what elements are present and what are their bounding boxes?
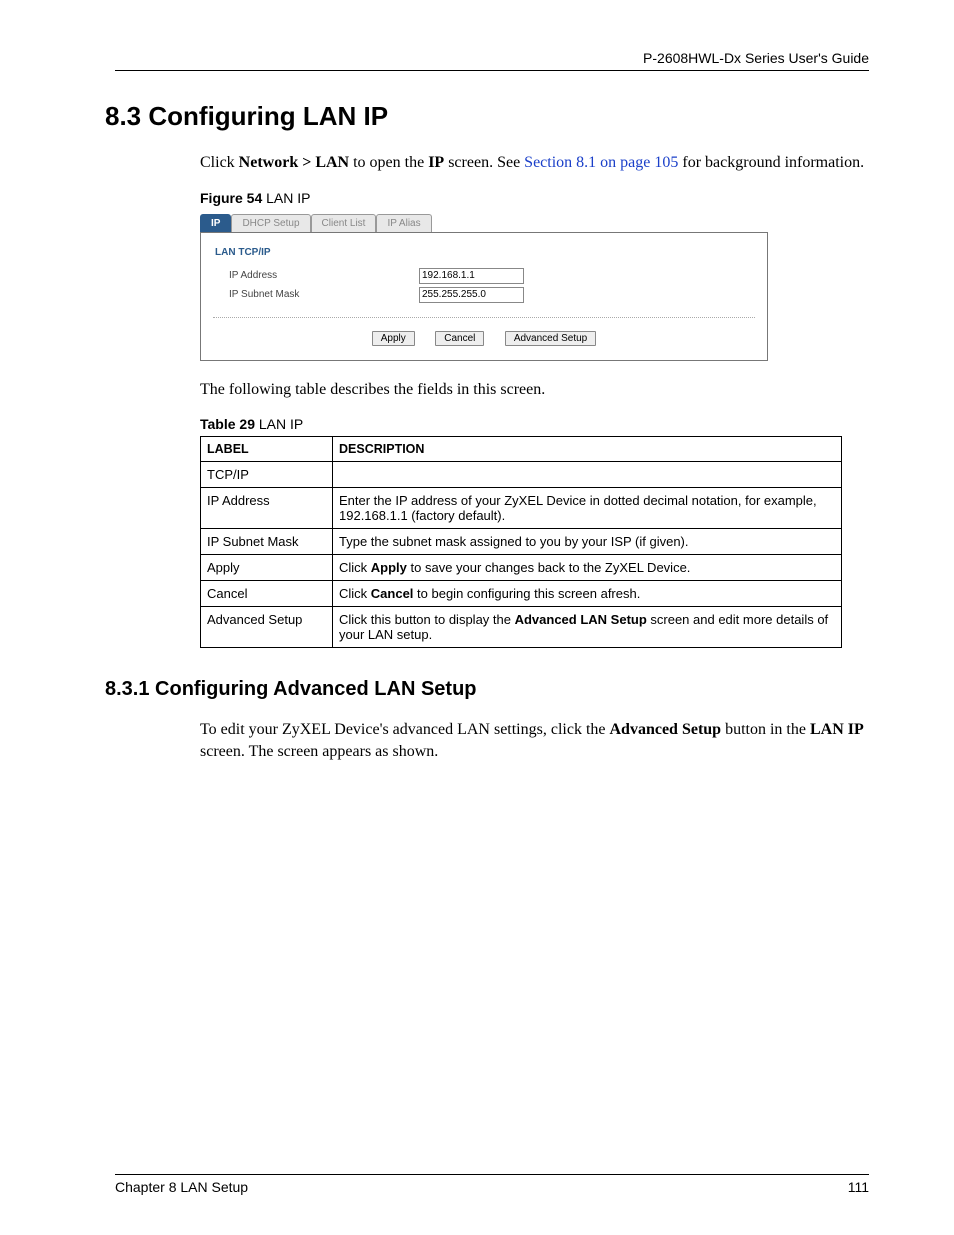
field-row-subnet-mask: IP Subnet Mask [229, 287, 759, 303]
figure-lan-ip-ui: IP DHCP Setup Client List IP Alias LAN T… [200, 210, 768, 361]
ip-address-label: IP Address [229, 270, 419, 281]
field-row-ip-address: IP Address [229, 268, 759, 284]
table-row: IP Subnet Mask Type the subnet mask assi… [201, 529, 842, 555]
table-caption: Table 29 LAN IP [200, 416, 869, 432]
th-description: DESCRIPTION [333, 437, 842, 462]
subnet-mask-input[interactable] [419, 287, 524, 303]
th-label: LABEL [201, 437, 333, 462]
cross-reference-link[interactable]: Section 8.1 on page 105 [524, 154, 678, 171]
tab-ip[interactable]: IP [200, 214, 231, 232]
tab-dhcp-setup[interactable]: DHCP Setup [231, 214, 310, 232]
tab-client-list[interactable]: Client List [311, 214, 377, 232]
section-intro: Click Network > LAN to open the IP scree… [200, 152, 869, 174]
table-header-row: LABEL DESCRIPTION [201, 437, 842, 462]
tab-row: IP DHCP Setup Client List IP Alias [200, 210, 768, 232]
button-row: Apply Cancel Advanced Setup [209, 328, 759, 346]
table-row: IP Address Enter the IP address of your … [201, 488, 842, 529]
tab-ip-alias[interactable]: IP Alias [376, 214, 431, 232]
panel-section-title: LAN TCP/IP [215, 247, 759, 258]
section-heading: 8.3 Configuring LAN IP [105, 101, 869, 132]
table-row: Cancel Click Cancel to begin configuring… [201, 581, 842, 607]
figure-caption: Figure 54 LAN IP [200, 190, 869, 206]
subnet-mask-label: IP Subnet Mask [229, 289, 419, 300]
table-row: Advanced Setup Click this button to disp… [201, 607, 842, 648]
panel: LAN TCP/IP IP Address IP Subnet Mask App… [200, 232, 768, 361]
description-table: LABEL DESCRIPTION TCP/IP IP Address Ente… [200, 436, 842, 648]
footer-page-number: 111 [848, 1179, 869, 1195]
footer-chapter: Chapter 8 LAN Setup [115, 1179, 248, 1195]
subsection-heading: 8.3.1 Configuring Advanced LAN Setup [105, 678, 869, 701]
apply-button[interactable]: Apply [372, 331, 415, 346]
table-intro: The following table describes the fields… [200, 379, 869, 401]
subsection-intro: To edit your ZyXEL Device's advanced LAN… [200, 719, 869, 762]
separator [213, 317, 755, 318]
page-footer: Chapter 8 LAN Setup 111 [115, 1174, 869, 1195]
table-row: TCP/IP [201, 462, 842, 488]
ip-address-input[interactable] [419, 268, 524, 284]
table-row: Apply Click Apply to save your changes b… [201, 555, 842, 581]
page-header: P-2608HWL-Dx Series User's Guide [115, 50, 869, 71]
guide-title: P-2608HWL-Dx Series User's Guide [643, 50, 869, 66]
advanced-setup-button[interactable]: Advanced Setup [505, 331, 596, 346]
cancel-button[interactable]: Cancel [435, 331, 484, 346]
